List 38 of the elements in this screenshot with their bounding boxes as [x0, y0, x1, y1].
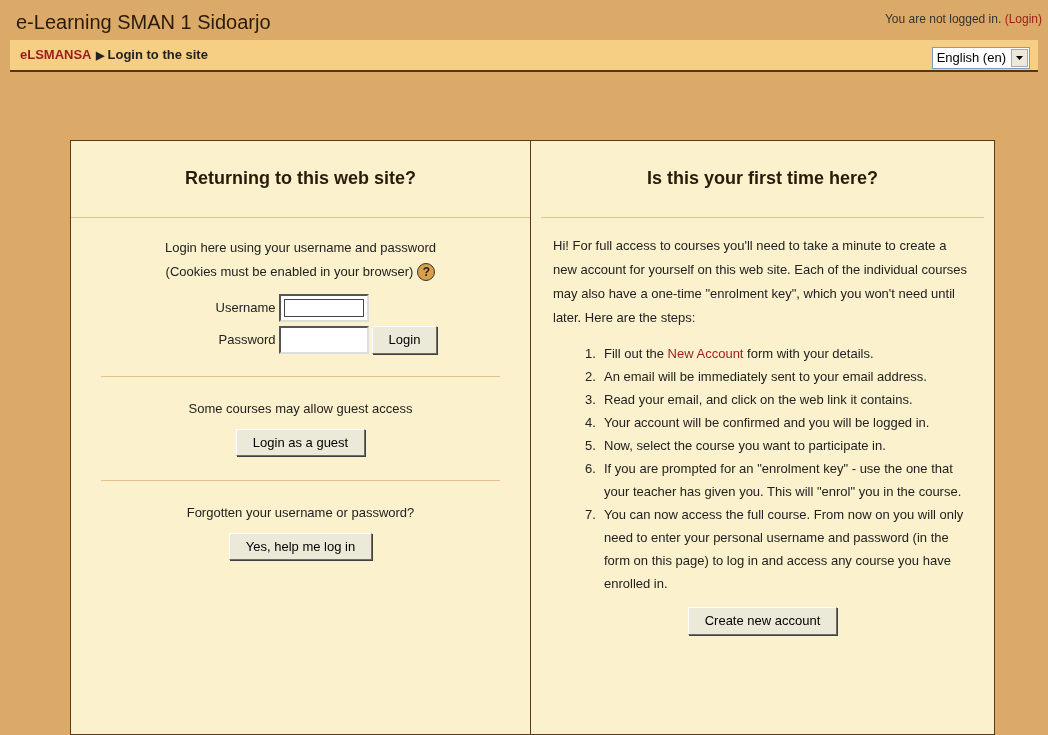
login-link[interactable]: (Login): [1004, 12, 1042, 26]
step-number: 7.: [585, 506, 597, 524]
breadcrumb-current: Login to the site: [107, 46, 208, 65]
help-icon[interactable]: ?: [417, 263, 436, 281]
breadcrumb-separator: ▶: [95, 47, 104, 63]
panel-heading: Returning to this web site?: [184, 167, 417, 190]
step-number: 4.: [585, 414, 597, 432]
forgot-password-button[interactable]: Yes, help me log in: [228, 532, 373, 560]
step-number: 1.: [585, 345, 597, 363]
signup-intro: Hi! For full access to courses you'll need to take a minute to create a new account for yourself on this web site. Each of the individual courses may also have a one-time "enrolment key", which you won't need until later. Here are the steps:: [552, 237, 969, 327]
breadcrumb-link[interactable]: eLSMANSA: [20, 45, 92, 65]
step-text: An email will be immediately sent to your email address.: [604, 368, 927, 386]
new-account-link[interactable]: New Account: [667, 346, 744, 361]
guest-login-button[interactable]: Login as a guest: [235, 428, 366, 456]
step-text: Fill out the New Account form with your details.: [604, 345, 874, 363]
step-text: Your account will be confirmed and you will be logged in.: [604, 414, 930, 432]
login-button[interactable]: Login: [371, 326, 438, 354]
step-number: 6.: [585, 460, 597, 478]
input-field[interactable]: [278, 326, 369, 354]
step-number: 2.: [585, 368, 597, 386]
cookies-note: (Cookies must be enabled in your browser): [165, 263, 414, 281]
login-instructions: Login here using your username and password: [165, 239, 436, 257]
field-label: Password: [217, 331, 276, 350]
step-text: Read your email, and click on the web link it contains.: [604, 391, 913, 409]
language-select[interactable]: English (en): [931, 47, 1030, 69]
create-account-button[interactable]: Create new account: [687, 607, 838, 635]
site-title: e-Learning SMAN 1 Sidoarjo: [16, 10, 271, 34]
step-number: 3.: [585, 391, 597, 409]
guest-access-note: Some courses may allow guest access: [188, 400, 413, 418]
field-label: Username: [215, 299, 276, 318]
step-text: You can now access the full course. From now on you will only need to enter your personal username and password (in the form on this page) to log in and access any course you have enrolled in.: [604, 506, 965, 593]
input-field[interactable]: [278, 294, 369, 322]
login-status: You are not logged in. (Login): [884, 11, 1042, 28]
step-text: Now, select the course you want to participate in.: [604, 437, 886, 455]
panel-heading: Is this your first time here?: [645, 167, 880, 190]
forgot-password-note: Forgotten your username or password?: [186, 504, 415, 522]
step-number: 5.: [585, 437, 597, 455]
step-text: If you are prompted for an "enrolment key" - use the one that your teacher has given you. This will "enrol" you in the course.: [604, 460, 963, 501]
